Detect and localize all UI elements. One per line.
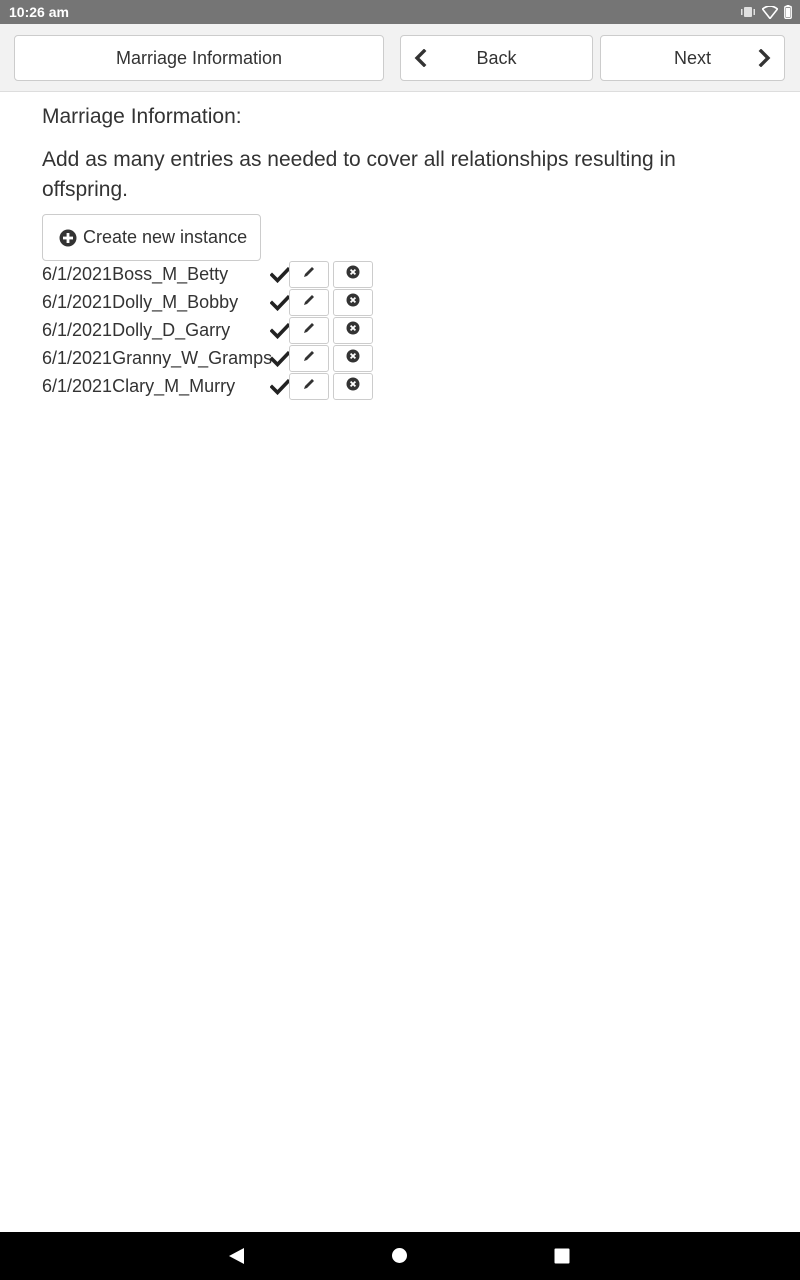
instance-label: 6/1/2021Granny_W_Gramps: [42, 348, 273, 368]
instance-row: 6/1/2021Clary_M_Murry: [42, 372, 382, 400]
instance-row: 6/1/2021Granny_W_Gramps: [42, 344, 382, 372]
back-triangle-icon[interactable]: [228, 1247, 245, 1270]
edit-instance-button[interactable]: [289, 345, 329, 372]
prompt-title: Marriage Information:: [42, 105, 242, 128]
status-bar: 10:26 am: [0, 0, 800, 24]
pencil-icon: [302, 349, 316, 368]
delete-instance-button[interactable]: [333, 345, 373, 372]
status-icons: [740, 4, 792, 20]
close-circle-icon: [346, 321, 360, 340]
toolbar-title-label: Marriage Information: [115, 47, 283, 68]
home-circle-icon[interactable]: [391, 1247, 408, 1269]
delete-instance-button[interactable]: [333, 373, 373, 400]
recents-square-icon[interactable]: [554, 1248, 570, 1269]
status-time: 10:26 am: [9, 4, 69, 20]
checkmark-icon: [269, 350, 291, 372]
battery-icon: [784, 5, 792, 19]
delete-instance-button[interactable]: [333, 289, 373, 316]
marriage-information-button[interactable]: Marriage Information: [14, 35, 384, 81]
close-circle-icon: [346, 265, 360, 284]
pencil-icon: [302, 377, 316, 396]
close-circle-icon: [346, 293, 360, 312]
pencil-icon: [302, 293, 316, 312]
close-circle-icon: [346, 349, 360, 368]
chevron-right-icon: [758, 48, 772, 72]
prompt-hint: Add as many entries as needed to cover a…: [42, 148, 676, 201]
plus-circle-icon: [59, 229, 77, 247]
top-toolbar: Marriage Information Back Next: [0, 24, 800, 92]
checkmark-icon: [269, 322, 291, 344]
create-button-label: Create new instance: [83, 227, 248, 247]
pencil-icon: [302, 265, 316, 284]
pencil-icon: [302, 321, 316, 340]
create-new-instance-button[interactable]: Create new instance: [42, 214, 261, 261]
edit-instance-button[interactable]: [289, 289, 329, 316]
close-circle-icon: [346, 377, 360, 396]
chevron-left-icon: [413, 48, 427, 72]
system-nav-bar: [0, 1232, 800, 1280]
instance-label: 6/1/2021Clary_M_Murry: [42, 376, 236, 396]
vibrate-icon: [740, 6, 756, 18]
back-button[interactable]: Back: [400, 35, 593, 81]
instance-label: 6/1/2021Dolly_M_Bobby: [42, 292, 239, 312]
instance-label: 6/1/2021Boss_M_Betty: [42, 264, 229, 284]
next-label: Next: [673, 47, 711, 68]
next-button[interactable]: Next: [600, 35, 785, 81]
instance-row: 6/1/2021Dolly_D_Garry: [42, 316, 382, 344]
edit-instance-button[interactable]: [289, 261, 329, 288]
back-label: Back: [476, 47, 517, 68]
instance-row: 6/1/2021Boss_M_Betty: [42, 260, 382, 288]
wifi-icon: [762, 5, 778, 19]
checkmark-icon: [269, 378, 291, 400]
instance-row: 6/1/2021Dolly_M_Bobby: [42, 288, 382, 316]
edit-instance-button[interactable]: [289, 317, 329, 344]
delete-instance-button[interactable]: [333, 261, 373, 288]
instance-list: 6/1/2021Boss_M_Betty 6/1/2021Dolly_M_Bob…: [42, 260, 382, 400]
checkmark-icon: [269, 294, 291, 316]
checkmark-icon: [269, 266, 291, 288]
delete-instance-button[interactable]: [333, 317, 373, 344]
edit-instance-button[interactable]: [289, 373, 329, 400]
instance-label: 6/1/2021Dolly_D_Garry: [42, 320, 231, 340]
